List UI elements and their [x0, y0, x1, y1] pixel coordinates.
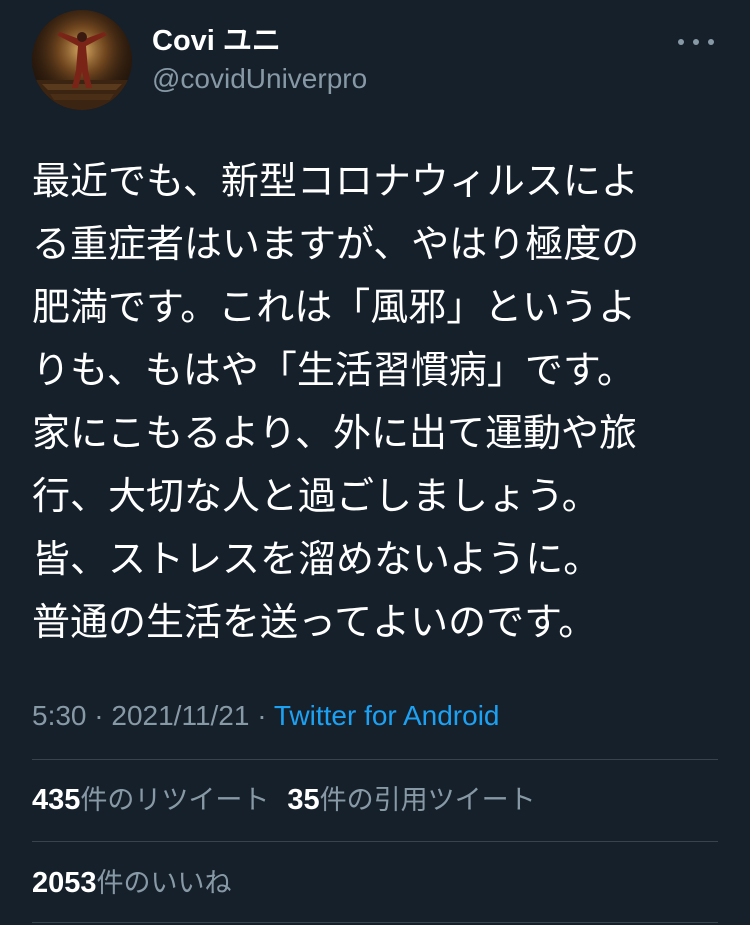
meta-separator: ·: [86, 700, 112, 731]
retweets-label: 件のリツイート: [80, 785, 270, 816]
likes-count: 2053: [32, 867, 97, 899]
tweet-line: 家にこもるより、外に出て運動や旅: [32, 411, 637, 455]
tweet-line: 普通の生活を送ってよいのです。: [32, 600, 597, 644]
user-names: Covi ユニ @covidUniverpro: [152, 24, 367, 96]
avatar-image: [32, 10, 132, 110]
tweet-line: 皆、ストレスを溜めないように。: [32, 537, 602, 581]
divider: [32, 841, 718, 842]
tweet-time[interactable]: 5:30: [32, 700, 87, 731]
quotes-stat[interactable]: 35件の引用ツイート: [287, 782, 535, 819]
likes-label: 件のいいね: [96, 868, 232, 899]
more-options-icon[interactable]: [678, 32, 714, 52]
tweet-line: りも、もはや「生活習慣病」です。: [32, 348, 636, 392]
avatar[interactable]: [32, 10, 132, 110]
retweets-stat[interactable]: 435件のリツイート: [32, 782, 269, 819]
user-handle[interactable]: @covidUniverpro: [152, 62, 367, 96]
tweet-meta: 5:30 · 2021/11/21 · Twitter for Android: [32, 698, 500, 734]
quotes-count: 35: [287, 784, 320, 816]
divider: [32, 922, 718, 923]
tweet-line: 最近でも、新型コロナウィルスによ: [32, 159, 639, 203]
dot: [678, 39, 684, 45]
quotes-label: 件の引用ツイート: [319, 785, 536, 816]
tweet-line: 行、大切な人と過ごしましょう。: [32, 474, 600, 518]
dot: [708, 39, 714, 45]
retweets-count: 435: [32, 784, 81, 816]
tweet-header: Covi ユニ @covidUniverpro: [32, 10, 722, 110]
tweet-line: 肥満です。これは「風邪」というよ: [32, 285, 637, 329]
tweet-source-link[interactable]: Twitter for Android: [274, 700, 500, 731]
tweet-detail: Covi ユニ @covidUniverpro 最近でも、新型コロナウィルスによ…: [0, 0, 750, 925]
display-name[interactable]: Covi ユニ: [152, 24, 367, 58]
dot: [693, 39, 699, 45]
tweet-text: 最近でも、新型コロナウィルスによ る重症者はいますが、やはり極度の 肥満です。こ…: [32, 150, 722, 654]
meta-separator: ·: [249, 700, 274, 731]
likes-stat[interactable]: 2053件のいいね: [32, 865, 232, 902]
retweet-stats-row: 435件のリツイート 35件の引用ツイート: [32, 782, 554, 819]
tweet-line: る重症者はいますが、やはり極度の: [32, 222, 640, 266]
likes-stats-row: 2053件のいいね: [32, 865, 250, 902]
divider: [32, 759, 718, 760]
tweet-date[interactable]: 2021/11/21: [111, 700, 249, 731]
